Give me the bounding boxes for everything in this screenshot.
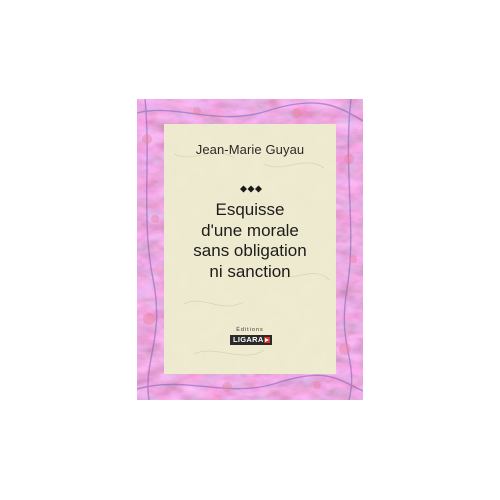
three-diamonds-ornament-icon xyxy=(240,185,262,193)
publisher-editions-label: Éditions xyxy=(236,327,264,333)
title-line-3: sans obligation xyxy=(193,241,307,260)
book-cover: Jean-Marie Guyau Esquisse d'une morale s… xyxy=(137,99,363,400)
publisher-mark-icon xyxy=(264,337,270,343)
page: Jean-Marie Guyau Esquisse d'une morale s… xyxy=(0,0,500,500)
author-name: Jean-Marie Guyau xyxy=(195,142,305,157)
title-panel: Jean-Marie Guyau Esquisse d'une morale s… xyxy=(164,124,336,374)
title-line-2: d'une morale xyxy=(201,220,299,240)
publisher-logo: Éditions LIGARAN xyxy=(224,327,276,347)
title-line-4: ni sanction xyxy=(209,261,291,281)
title-line-1: Esquisse xyxy=(215,200,285,219)
book-title: Esquisse d'une morale sans obligation ni… xyxy=(164,200,336,282)
